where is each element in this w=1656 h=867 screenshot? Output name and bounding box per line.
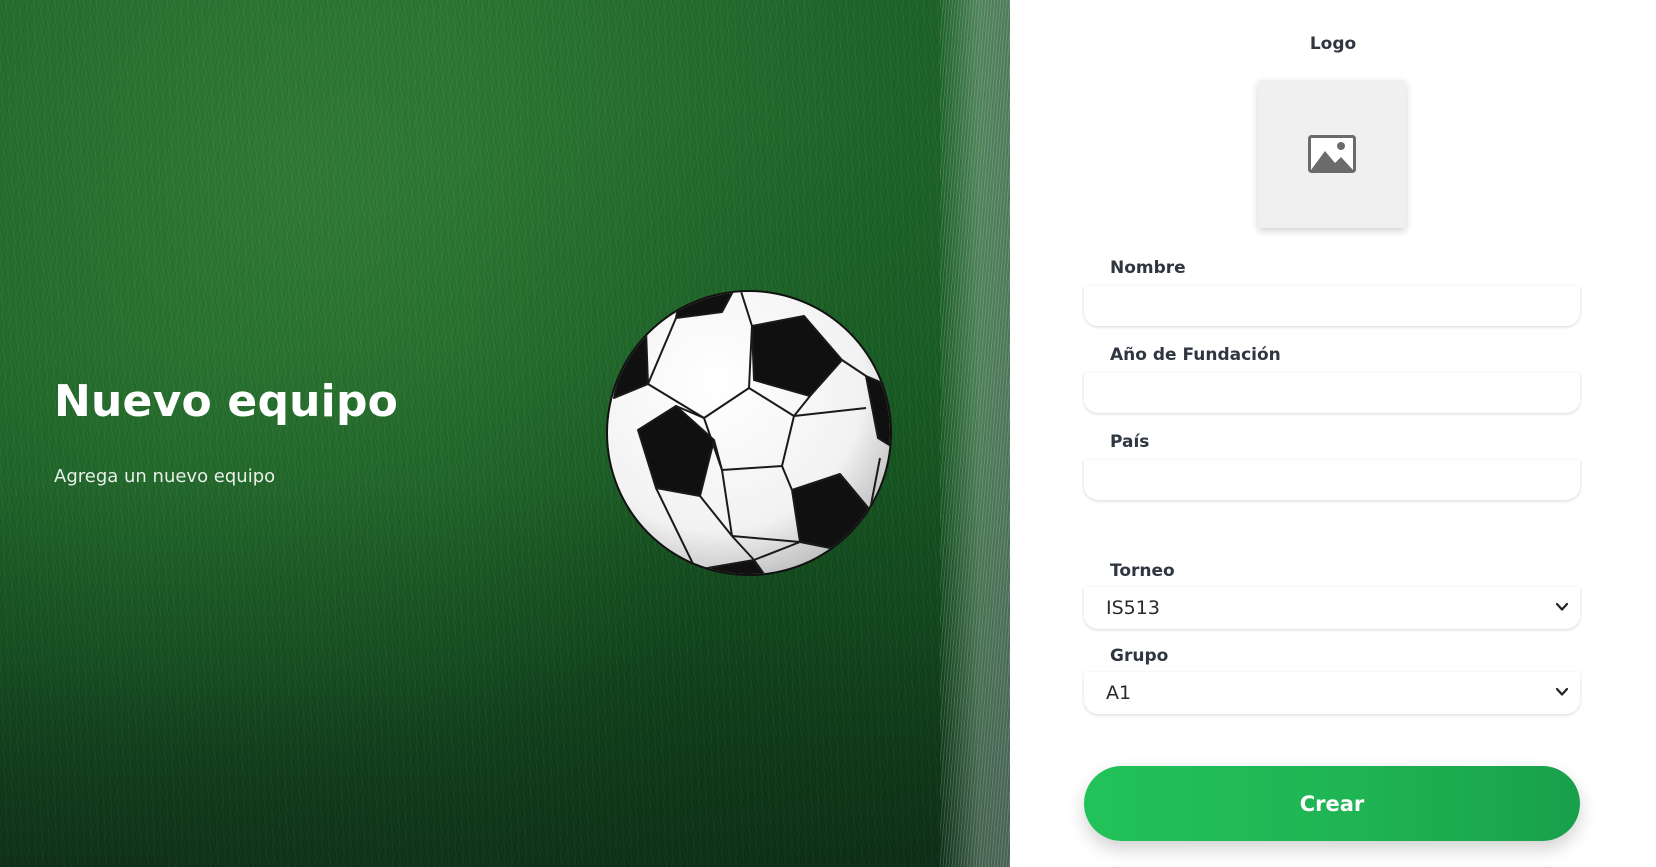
page-subtitle: Agrega un nuevo equipo — [54, 466, 276, 487]
tournament-select[interactable]: IS513 — [1084, 587, 1580, 629]
chevron-down-icon — [1555, 602, 1569, 611]
country-label: País — [1110, 432, 1150, 452]
field-sideline — [940, 0, 1010, 867]
group-label: Grupo — [1110, 646, 1169, 666]
logo-label: Logo — [1309, 34, 1357, 54]
page: Nuevo equipo Agrega un nuevo equipo Logo… — [0, 0, 1656, 867]
founded-year-input[interactable] — [1084, 373, 1580, 413]
name-input[interactable] — [1084, 286, 1580, 326]
create-button[interactable]: Crear — [1084, 766, 1580, 841]
group-select[interactable]: A1 — [1084, 672, 1580, 714]
country-input[interactable] — [1084, 460, 1580, 500]
group-select-value: A1 — [1106, 682, 1132, 704]
hero-panel: Nuevo equipo Agrega un nuevo equipo — [0, 0, 1010, 867]
chevron-down-icon — [1555, 687, 1569, 696]
tournament-label: Torneo — [1110, 561, 1175, 581]
tournament-select-value: IS513 — [1106, 597, 1160, 619]
soccer-ball-icon — [606, 290, 892, 576]
team-form: Logo Nombre Año de Fundación País Torneo… — [1010, 0, 1656, 867]
image-placeholder-icon — [1308, 135, 1356, 173]
founded-label: Año de Fundación — [1110, 345, 1281, 365]
logo-upload[interactable] — [1258, 80, 1406, 228]
name-label: Nombre — [1110, 258, 1186, 278]
page-title: Nuevo equipo — [54, 376, 399, 427]
